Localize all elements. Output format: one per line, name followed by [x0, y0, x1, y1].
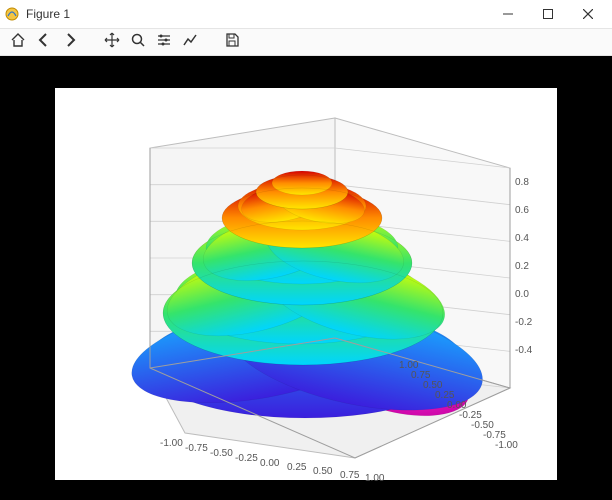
tick-x: -0.25: [235, 453, 258, 464]
window-titlebar: Figure 1: [0, 0, 612, 28]
arrow-left-icon: [36, 32, 52, 53]
tick-y: 0.25: [435, 390, 454, 401]
plot-container[interactable]: -1.00-0.75-0.50-0.250.000.250.500.751.00…: [55, 88, 557, 480]
minimize-button[interactable]: [488, 0, 528, 28]
forward-button[interactable]: [58, 31, 82, 53]
tick-x: -0.75: [185, 443, 208, 454]
search-icon: [130, 32, 146, 53]
arrow-right-icon: [62, 32, 78, 53]
edit-axis-button[interactable]: [178, 31, 202, 53]
tick-y: -0.75: [483, 430, 506, 441]
app-icon: [4, 6, 20, 22]
tick-z: 0.0: [515, 289, 529, 300]
tick-y: 1.00: [399, 360, 418, 371]
close-button[interactable]: [568, 0, 608, 28]
home-icon: [10, 32, 26, 53]
tick-z: 0.8: [515, 177, 529, 188]
save-button[interactable]: [220, 31, 244, 53]
figure-canvas-area: -1.00-0.75-0.50-0.250.000.250.500.751.00…: [0, 56, 612, 500]
tick-y: 0.00: [447, 400, 466, 411]
tick-y: 0.75: [411, 370, 430, 381]
tick-x: -1.00: [160, 438, 183, 449]
tick-y: -1.00: [495, 440, 518, 451]
tick-z: -0.4: [515, 345, 532, 356]
tick-x: 0.00: [260, 458, 279, 469]
back-button[interactable]: [32, 31, 56, 53]
sliders-icon: [156, 32, 172, 53]
tick-x: 0.75: [340, 470, 359, 481]
chart-line-icon: [182, 32, 198, 53]
save-icon: [224, 32, 240, 53]
tick-z: -0.2: [515, 317, 532, 328]
window-controls: [488, 0, 608, 28]
window-title: Figure 1: [26, 7, 488, 21]
home-button[interactable]: [6, 31, 30, 53]
tick-z: 0.2: [515, 261, 529, 272]
tick-z: 0.6: [515, 205, 529, 216]
tick-x: 0.50: [313, 466, 332, 477]
tick-x: 0.25: [287, 462, 306, 473]
tick-z: 0.4: [515, 233, 529, 244]
tick-x: 1.00: [365, 473, 384, 484]
tick-x: -0.50: [210, 448, 233, 459]
tick-y: 0.50: [423, 380, 442, 391]
move-icon: [104, 32, 120, 53]
pan-button[interactable]: [100, 31, 124, 53]
zoom-button[interactable]: [126, 31, 150, 53]
config-button[interactable]: [152, 31, 176, 53]
maximize-button[interactable]: [528, 0, 568, 28]
tick-y: -0.25: [459, 410, 482, 421]
tick-y: -0.50: [471, 420, 494, 431]
mpl-toolbar: [0, 28, 612, 56]
